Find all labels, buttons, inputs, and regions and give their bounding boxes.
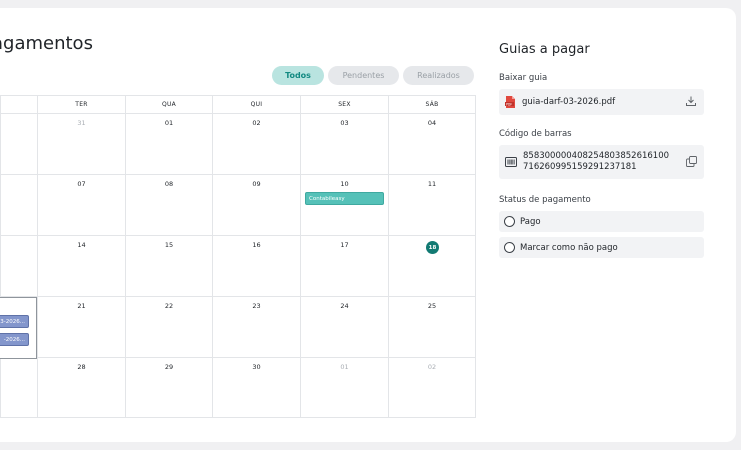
calendar-weeks: 31 01 02 03 04 07 08 09 10 Contabileasy 11 14 15 16 17…	[0, 114, 476, 418]
calendar-day[interactable]: 18	[388, 236, 476, 296]
calendar-day[interactable]: 15	[125, 236, 212, 296]
barcode-value: 858300000408254803852616100 716260995159…	[523, 151, 669, 173]
day-number: 17	[340, 241, 349, 249]
payments-calendar: TER QUA QUI SEX SÁB 31 01 02 03 04 07 08 09 10 Co…	[0, 95, 476, 419]
radio-paid[interactable]	[504, 216, 515, 227]
file-name: guia-darf-03-2026.pdf	[522, 97, 616, 107]
download-guide-row[interactable]: PDF guia-darf-03-2026.pdf	[499, 89, 704, 115]
calendar-day[interactable]	[0, 114, 37, 174]
calendar-day[interactable]: 30	[212, 358, 300, 417]
day-number: 25	[427, 302, 437, 310]
weekday-header: SEX	[300, 96, 388, 113]
day-number: 09	[252, 180, 261, 188]
barcode-line-2: 716260995159291237181	[523, 162, 637, 172]
calendar-day[interactable]: 01	[300, 358, 388, 417]
status-option-unpaid[interactable]: Marcar como não pago	[499, 237, 704, 258]
day-number: 21	[77, 302, 86, 310]
day-number: 31	[77, 119, 86, 127]
calendar-day[interactable]	[0, 358, 37, 417]
calendar-week: 21 22 23 24 25	[0, 297, 476, 358]
calendar-event[interactable]: Contabileasy	[305, 192, 384, 205]
day-number: 02	[252, 119, 261, 127]
filter-pendentes[interactable]: Pendentes	[328, 66, 399, 85]
day-number: 16	[252, 241, 261, 249]
calendar-header: TER QUA QUI SEX SÁB	[0, 95, 476, 114]
selected-day-cell[interactable]: 3-2026... -2026...	[0, 297, 37, 359]
day-number: 14	[77, 241, 86, 249]
status-label: Status de pagamento	[499, 195, 591, 205]
calendar-day[interactable]: 01	[125, 114, 212, 174]
today-marker: 18	[426, 241, 439, 254]
calendar-day[interactable]: 04	[388, 114, 476, 174]
panel-title: Guias a pagar	[499, 42, 590, 57]
day-number: 07	[77, 180, 86, 188]
calendar-day[interactable]: 07	[37, 175, 125, 235]
calendar-day[interactable]: 24	[300, 297, 388, 357]
radio-unpaid[interactable]	[504, 242, 515, 253]
day-number: 30	[252, 363, 261, 371]
filter-todos[interactable]: Todos	[272, 66, 324, 85]
day-number: 28	[77, 363, 86, 371]
calendar-day[interactable]: 25	[388, 297, 476, 357]
calendar-day[interactable]: 17	[300, 236, 388, 296]
day-number: 03	[340, 119, 349, 127]
calendar-event[interactable]: -2026...	[0, 333, 29, 346]
calendar-day[interactable]: 31	[37, 114, 125, 174]
calendar-day[interactable]: 14	[37, 236, 125, 296]
option-unpaid-label: Marcar como não pago	[520, 242, 618, 253]
calendar-day[interactable]: 02	[388, 358, 476, 417]
calendar-day[interactable]: 03	[300, 114, 388, 174]
pdf-file-icon: PDF	[505, 96, 516, 108]
calendar-day[interactable]: 02	[212, 114, 300, 174]
day-number: 10	[340, 180, 349, 188]
day-number: 23	[252, 302, 261, 310]
svg-text:PDF: PDF	[506, 102, 512, 106]
day-number: 29	[164, 363, 174, 371]
calendar-day[interactable]: 09	[212, 175, 300, 235]
barcode-row[interactable]: 858300000408254803852616100 716260995159…	[499, 145, 704, 179]
calendar-day[interactable]: 23	[212, 297, 300, 357]
calendar-week: 07 08 09 10 Contabileasy 11	[0, 175, 476, 236]
barcode-icon	[505, 156, 517, 168]
download-icon[interactable]	[685, 95, 697, 107]
day-number: 11	[427, 180, 437, 188]
calendar-day[interactable]	[0, 236, 37, 296]
status-option-paid[interactable]: Pago	[499, 211, 704, 232]
barcode-label: Código de barras	[499, 129, 572, 139]
day-number: 08	[164, 180, 174, 188]
day-number: 04	[427, 119, 437, 127]
barcode-line-1: 858300000408254803852616100	[523, 151, 670, 161]
day-number: 15	[164, 241, 174, 249]
day-number: 01	[164, 119, 174, 127]
calendar-day[interactable]: 08	[125, 175, 212, 235]
day-number: 22	[164, 302, 174, 310]
calendar-week: 28 29 30 01 02	[0, 358, 476, 418]
day-number: 01	[340, 363, 349, 371]
calendar-day[interactable]: 29	[125, 358, 212, 417]
calendar-day[interactable]: 21	[37, 297, 125, 357]
calendar-day[interactable]: 22	[125, 297, 212, 357]
weekday-header: QUI	[212, 96, 300, 113]
filter-realizados[interactable]: Realizados	[403, 66, 474, 85]
copy-icon[interactable]	[686, 156, 697, 167]
calendar-day[interactable]: 10 Contabileasy	[300, 175, 388, 235]
download-label: Baixar guia	[499, 73, 548, 83]
calendar-day[interactable]	[0, 175, 37, 235]
option-paid-label: Pago	[520, 216, 541, 227]
calendar-day[interactable]: 11	[388, 175, 476, 235]
calendar-week: 31 01 02 03 04	[0, 114, 476, 175]
page-title: agamentos	[0, 33, 93, 54]
day-number: 02	[427, 363, 437, 371]
calendar-event[interactable]: 3-2026...	[0, 315, 29, 328]
weekday-header: QUA	[125, 96, 212, 113]
status-filters: Todos Pendentes Realizados	[272, 66, 474, 85]
calendar-day[interactable]: 28	[37, 358, 125, 417]
day-number: 24	[340, 302, 349, 310]
calendar-day[interactable]: 16	[212, 236, 300, 296]
calendar-week: 14 15 16 17 18	[0, 236, 476, 297]
weekday-header: SÁB	[388, 96, 476, 113]
weekday-header: TER	[37, 96, 125, 113]
weekday-header	[0, 96, 37, 113]
